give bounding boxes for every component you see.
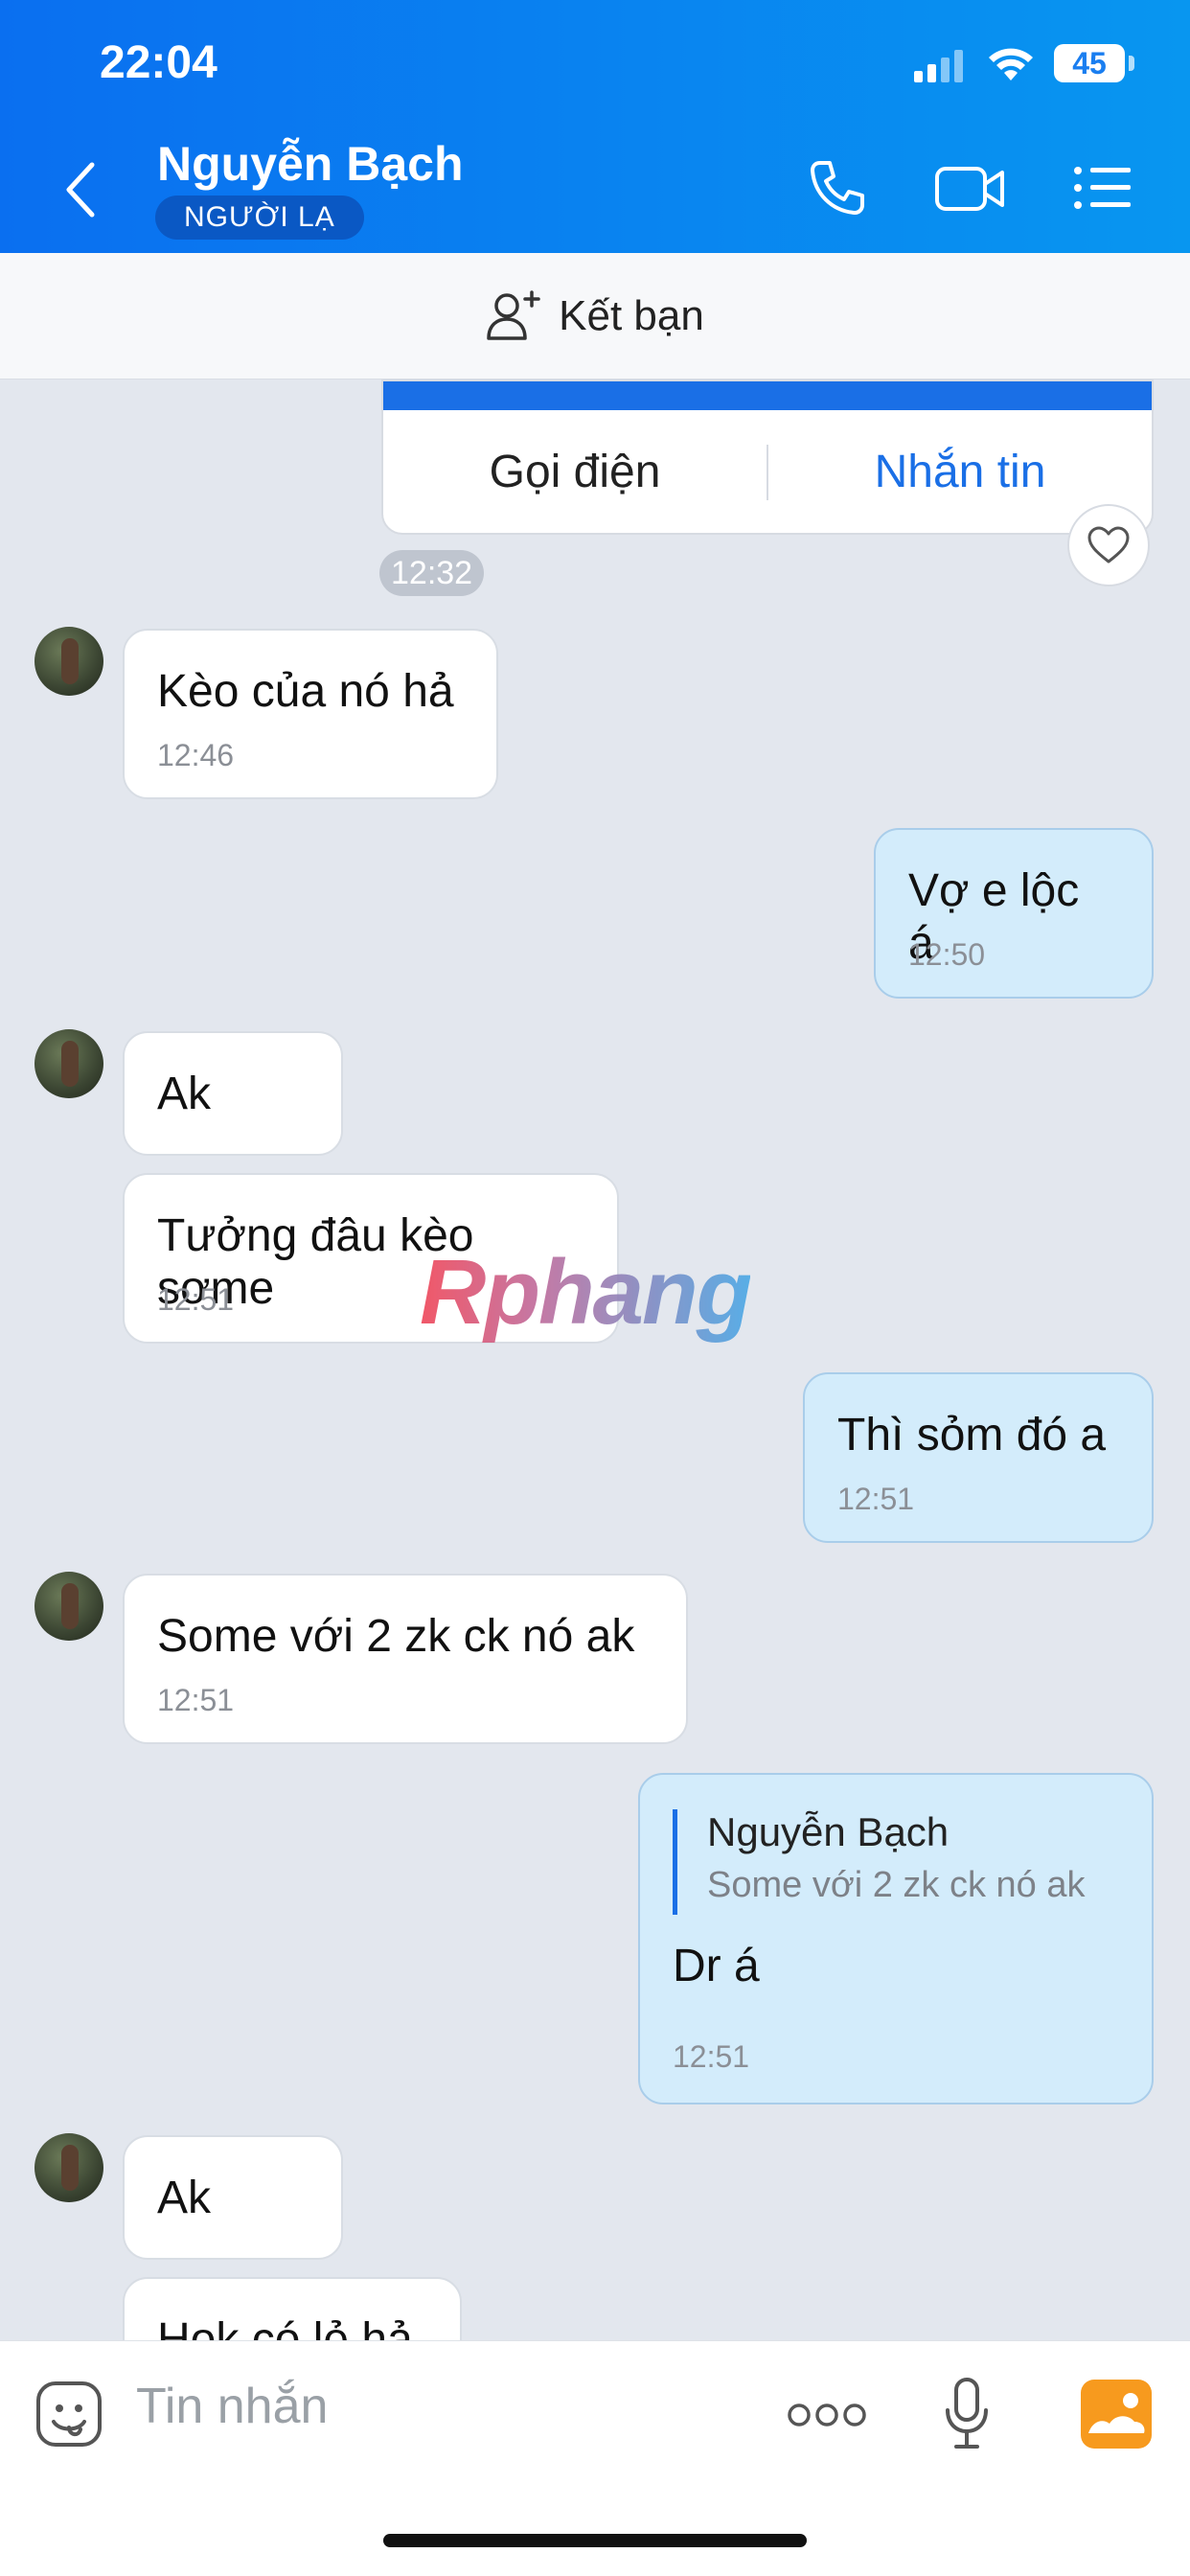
add-friend-label: Kết bạn bbox=[559, 291, 704, 339]
message-text: Some với 2 zk ck nó ak bbox=[157, 1611, 635, 1662]
call-card-header bbox=[383, 381, 1152, 410]
add-friend-icon bbox=[487, 289, 540, 340]
battery-indicator: 45 bbox=[1054, 44, 1125, 82]
avatar[interactable] bbox=[34, 1029, 103, 1098]
more-options-icon[interactable] bbox=[788, 2401, 866, 2429]
message-text: Ak bbox=[157, 1069, 212, 1119]
message-text: Dr á bbox=[673, 1941, 760, 1991]
message-bubble[interactable]: Hok có lẻ hả bbox=[123, 2277, 462, 2340]
avatar[interactable] bbox=[34, 627, 103, 696]
reply-message-bubble[interactable]: Nguyễn Bạch Some với 2 zk ck nó ak Dr á … bbox=[638, 1773, 1154, 2104]
call-back-button[interactable]: Gọi điện bbox=[383, 410, 767, 535]
message-text: Kèo của nó hả bbox=[157, 666, 454, 717]
message-list[interactable]: Gọi điện Nhắn tin 12:32 Kèo của nó hả 12… bbox=[0, 380, 1190, 2340]
message-text: Ak bbox=[157, 2173, 212, 2223]
message-text: Hok có lẻ hả bbox=[157, 2314, 413, 2340]
avatar[interactable] bbox=[34, 2133, 103, 2202]
quote-bar bbox=[673, 1809, 677, 1915]
microphone-icon[interactable] bbox=[943, 2376, 991, 2452]
avatar[interactable] bbox=[34, 1572, 103, 1641]
message-input[interactable]: Tin nhắn bbox=[136, 2378, 328, 2435]
message-time: 12:50 bbox=[908, 937, 986, 972]
message-bubble[interactable]: Ak bbox=[123, 2135, 343, 2260]
message-time: 12:46 bbox=[157, 738, 235, 772]
timestamp-pill: 12:32 bbox=[379, 550, 485, 596]
add-friend-bar[interactable]: Kết bạn bbox=[0, 253, 1190, 380]
header-bar: 22:04 45 Nguyễn Bạch NGƯỜI LẠ bbox=[0, 0, 1190, 253]
quote-text: Some với 2 zk ck nó ak bbox=[707, 1865, 1086, 1905]
message-time: 12:51 bbox=[837, 1482, 915, 1516]
message-bubble[interactable]: Thì sỏm đó a 12:51 bbox=[803, 1372, 1154, 1543]
call-card: Gọi điện Nhắn tin bbox=[381, 380, 1154, 535]
status-time: 22:04 bbox=[100, 37, 217, 88]
phone-call-icon[interactable] bbox=[807, 157, 868, 218]
stranger-badge: NGƯỜI LẠ bbox=[155, 196, 364, 240]
message-bubble[interactable]: Vợ e lộc á 12:50 bbox=[874, 828, 1154, 999]
home-indicator bbox=[383, 2534, 807, 2547]
message-bubble[interactable]: Some với 2 zk ck nó ak 12:51 bbox=[123, 1574, 688, 1744]
watermark-logo: Rphang bbox=[420, 1241, 752, 1344]
contact-name[interactable]: Nguyễn Bạch bbox=[157, 136, 464, 192]
message-text: Thì sỏm đó a bbox=[837, 1410, 1107, 1460]
cellular-signal-icon bbox=[914, 50, 963, 82]
message-time: 12:51 bbox=[157, 1282, 235, 1317]
video-call-icon[interactable] bbox=[933, 157, 1006, 218]
wifi-icon bbox=[989, 48, 1033, 80]
battery-tip bbox=[1129, 56, 1134, 71]
message-bubble[interactable]: Ak bbox=[123, 1031, 343, 1156]
message-time: 12:51 bbox=[157, 1683, 235, 1717]
menu-list-icon[interactable] bbox=[1073, 157, 1133, 218]
message-bubble[interactable]: Kèo của nó hả 12:46 bbox=[123, 629, 498, 799]
message-time: 12:51 bbox=[673, 2039, 750, 2074]
sticker-emoji-icon[interactable] bbox=[34, 2380, 103, 2449]
image-gallery-icon[interactable] bbox=[1081, 2380, 1152, 2449]
quote-sender: Nguyễn Bạch bbox=[707, 1809, 950, 1854]
back-chevron-icon[interactable] bbox=[61, 161, 100, 218]
heart-reaction-icon[interactable] bbox=[1067, 504, 1150, 586]
